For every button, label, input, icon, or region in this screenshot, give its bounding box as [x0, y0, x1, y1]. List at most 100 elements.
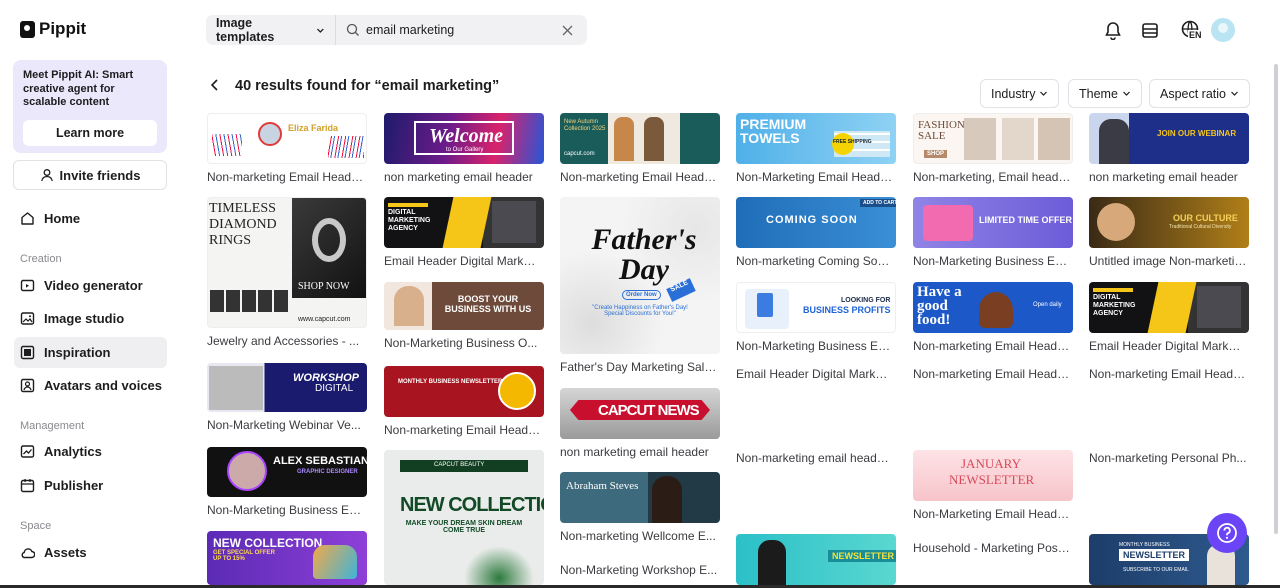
thumb-eliza: Eliza Farida [288, 123, 339, 133]
nav-image-studio-label: Image studio [44, 311, 125, 326]
template-card[interactable]: Household - Marketing Post... [913, 534, 1073, 555]
template-caption: Untitled image Non-marketing... [1089, 254, 1247, 268]
invite-friends-button[interactable]: Invite friends [13, 160, 167, 190]
template-thumbnail: New Autumn Collection 2025 capcut.com [560, 113, 720, 164]
search-input[interactable] [366, 23, 556, 37]
nav-home[interactable]: Home [14, 203, 167, 234]
template-card[interactable]: FASHION SALE SHOP Non-marketing, Email h… [913, 113, 1073, 184]
thumb-order-now: Order Now [622, 290, 661, 300]
template-caption: Jewelry and Accessories - ... [207, 334, 360, 348]
language-code: EN [1188, 30, 1203, 40]
template-card[interactable]: BOOST YOUR BUSINESS WITH US Non-Marketin… [384, 282, 544, 350]
pippit-logo[interactable]: Pippit [20, 19, 86, 39]
thumb-new-collection: NEW COLLECTION [213, 536, 323, 550]
help-button[interactable] [1207, 513, 1247, 553]
inbox-icon[interactable] [1138, 18, 1162, 42]
nav-publisher[interactable]: Publisher [14, 470, 167, 501]
thumb-shop-now: SHOP NOW [298, 281, 350, 292]
template-card[interactable]: Non-Marketing Workshop E... [560, 556, 720, 577]
thumb-capcut-com: capcut.com [564, 151, 595, 157]
nav-image-studio[interactable]: Image studio [14, 303, 167, 334]
thumb-welcome-sub: to Our Gallery [446, 147, 484, 153]
template-card[interactable]: Non-marketing Email Header... [913, 366, 1073, 381]
chevron-down-icon [1122, 91, 1130, 96]
template-card[interactable]: CAPCUT NEWS non marketing email header [560, 388, 720, 459]
section-management: Management [20, 420, 85, 432]
template-card[interactable]: ALEX SEBASTIAN GRAPHIC DESIGNER Non-Mark… [207, 447, 367, 517]
section-space: Space [20, 520, 52, 532]
nav-publisher-label: Publisher [44, 478, 104, 493]
template-thumbnail: JANUARY NEWSLETTER [913, 450, 1073, 501]
results-header: 40 results found for “email marketing” [210, 78, 499, 94]
template-card[interactable]: NEWSLETTER [736, 534, 896, 585]
template-card[interactable]: Eliza Farida Non-marketing Email Header.… [207, 113, 367, 184]
template-card[interactable]: New Autumn Collection 2025 capcut.com No… [560, 113, 720, 184]
thumb-join-webinar: JOIN OUR WEBINAR [1157, 129, 1237, 138]
template-card[interactable]: Non-marketing email header... [736, 450, 896, 465]
filter-aspect-ratio[interactable]: Aspect ratio [1149, 79, 1251, 108]
template-card[interactable]: NEW COLLECTION GET SPECIAL OFFER UP TO 1… [207, 531, 367, 585]
nav-analytics[interactable]: Analytics [14, 436, 167, 467]
template-card[interactable]: Father's Day SALE Order Now "Create Happ… [560, 197, 720, 374]
image-studio-icon [20, 311, 35, 326]
nav-assets[interactable]: Assets [14, 537, 167, 568]
template-card[interactable]: Non-marketing Email Header... [1089, 366, 1249, 381]
thumb-newsletter-2: NEWSLETTER [949, 472, 1035, 487]
thumb-boost: BOOST YOUR BUSINESS WITH US [444, 294, 532, 314]
template-type-select[interactable]: Image templates [206, 15, 336, 45]
template-caption: Non-marketing Email Header... [1089, 367, 1247, 381]
filter-industry-label: Industry [991, 86, 1036, 101]
template-caption: Non-Marketing Business Em... [736, 339, 894, 353]
template-card[interactable]: LOOKING FOR BUSINESS PROFITS Non-Marketi… [736, 282, 896, 353]
template-caption: Father's Day Marketing Sale... [560, 360, 718, 374]
chevron-down-icon [317, 28, 324, 33]
section-creation: Creation [20, 253, 62, 265]
template-thumbnail: LIMITED TIME OFFER [913, 197, 1073, 248]
scrollbar[interactable] [1274, 64, 1278, 534]
language-selector[interactable]: EN [1176, 18, 1206, 42]
thumb-coming-soon: COMING SOON [766, 214, 858, 226]
question-icon [1217, 523, 1237, 543]
template-card[interactable]: MONTHLY BUSINESS NEWSLETTER Non-marketin… [384, 366, 544, 437]
template-type-label: Image templates [216, 16, 275, 44]
bell-icon[interactable] [1101, 18, 1125, 42]
template-card[interactable]: TIMELESS DIAMOND RINGS SHOP NOW www.capc… [207, 197, 367, 348]
thumb-premium-towels: PREMIUM TOWELS [740, 116, 807, 146]
template-card[interactable]: COMING SOON ADD TO CART Non-marketing Co… [736, 197, 896, 268]
template-card[interactable]: DIGITAL MARKETING AGENCY Email Header Di… [384, 197, 544, 268]
nav-avatars-voices[interactable]: Avatars and voices [14, 370, 167, 401]
template-thumbnail: WORKSHOP DIGITAL [207, 363, 367, 412]
thumb-good-food: Have a good food! [917, 284, 962, 328]
learn-more-button[interactable]: Learn more [23, 120, 157, 146]
template-card[interactable]: Welcome to Our Gallery non marketing ema… [384, 113, 544, 184]
template-card[interactable]: DIGITAL MARKETING AGENCY Email Header Di… [1089, 282, 1249, 353]
template-card[interactable]: JOIN OUR WEBINAR non marketing email hea… [1089, 113, 1249, 184]
template-card[interactable]: WORKSHOP DIGITAL Non-Marketing Webinar V… [207, 363, 367, 432]
template-card[interactable]: PREMIUM TOWELS FREE SHIPPING Non-Marketi… [736, 113, 896, 184]
clear-search-icon[interactable] [562, 25, 573, 36]
back-arrow-icon[interactable] [210, 78, 219, 94]
template-card[interactable]: Have a good food! Open daily Non-marketi… [913, 282, 1073, 353]
nav-video-generator[interactable]: Video generator [14, 270, 167, 301]
thumb-timeless: TIMELESS DIAMOND RINGS [209, 201, 277, 248]
template-card[interactable]: Non-marketing Personal Ph... [1089, 450, 1249, 465]
template-card[interactable]: CAPCUT BEAUTY NEW COLLECTION MAKE YOUR D… [384, 450, 544, 585]
template-thumbnail: NEW COLLECTION GET SPECIAL OFFER UP TO 1… [207, 531, 367, 585]
template-thumbnail: MONTHLY BUSINESS NEWSLETTER [384, 366, 544, 417]
template-caption: Non-Marketing Webinar Ve... [207, 418, 361, 432]
template-card[interactable]: Abraham Steves Non-marketing Wellcome E.… [560, 472, 720, 543]
nav-inspiration[interactable]: Inspiration [14, 337, 167, 368]
template-caption: Non-marketing Email Header... [560, 170, 718, 184]
user-avatar[interactable] [1211, 18, 1235, 42]
template-card[interactable]: JANUARY NEWSLETTER Non-Marketing Email H… [913, 450, 1073, 521]
template-thumbnail: ALEX SEBASTIAN GRAPHIC DESIGNER [207, 447, 367, 497]
filter-industry[interactable]: Industry [980, 79, 1060, 108]
template-card[interactable]: LIMITED TIME OFFER Non-Marketing Busines… [913, 197, 1073, 268]
template-card[interactable]: OUR CULTURE Traditional Cultural Diversi… [1089, 197, 1249, 268]
template-caption: Non-marketing Email Header... [913, 339, 1071, 353]
filter-theme[interactable]: Theme [1068, 79, 1142, 108]
thumb-shop: SHOP [924, 150, 948, 158]
template-card[interactable]: Email Header Digital Marketi... [736, 366, 896, 381]
user-add-icon [40, 169, 53, 182]
thumb-new-collection-2: NEW COLLECTION [400, 494, 544, 516]
